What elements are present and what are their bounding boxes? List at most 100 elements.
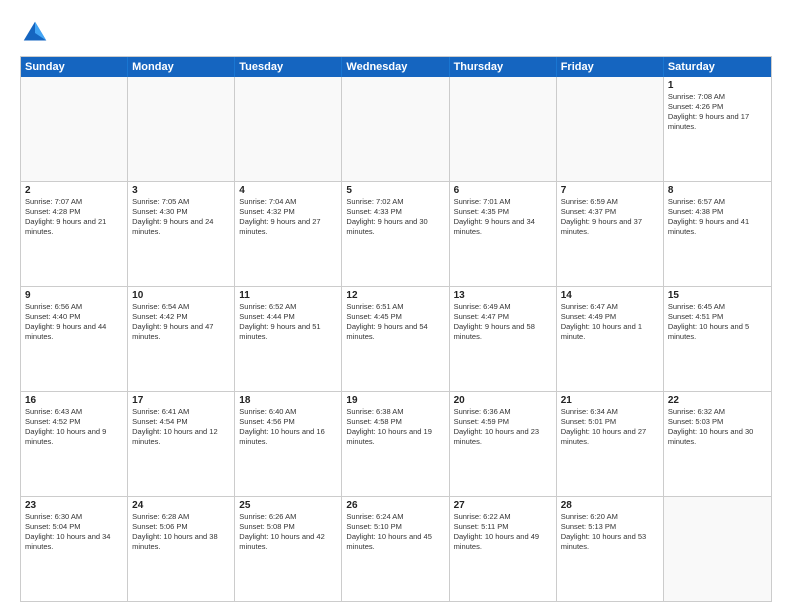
day-info-17: Sunrise: 6:41 AM Sunset: 4:54 PM Dayligh…: [132, 407, 230, 448]
day-cell-6: 6Sunrise: 7:01 AM Sunset: 4:35 PM Daylig…: [450, 182, 557, 286]
day-info-5: Sunrise: 7:02 AM Sunset: 4:33 PM Dayligh…: [346, 197, 444, 238]
calendar-header: SundayMondayTuesdayWednesdayThursdayFrid…: [21, 57, 771, 77]
day-info-15: Sunrise: 6:45 AM Sunset: 4:51 PM Dayligh…: [668, 302, 767, 343]
day-number-25: 25: [239, 500, 337, 511]
calendar-row-4: 23Sunrise: 6:30 AM Sunset: 5:04 PM Dayli…: [21, 496, 771, 601]
day-number-9: 9: [25, 290, 123, 301]
weekday-header-monday: Monday: [128, 57, 235, 77]
day-number-23: 23: [25, 500, 123, 511]
calendar: SundayMondayTuesdayWednesdayThursdayFrid…: [20, 56, 772, 602]
day-info-11: Sunrise: 6:52 AM Sunset: 4:44 PM Dayligh…: [239, 302, 337, 343]
day-cell-2: 2Sunrise: 7:07 AM Sunset: 4:28 PM Daylig…: [21, 182, 128, 286]
day-cell-16: 16Sunrise: 6:43 AM Sunset: 4:52 PM Dayli…: [21, 392, 128, 496]
day-cell-11: 11Sunrise: 6:52 AM Sunset: 4:44 PM Dayli…: [235, 287, 342, 391]
calendar-row-1: 2Sunrise: 7:07 AM Sunset: 4:28 PM Daylig…: [21, 181, 771, 286]
day-cell-13: 13Sunrise: 6:49 AM Sunset: 4:47 PM Dayli…: [450, 287, 557, 391]
day-info-22: Sunrise: 6:32 AM Sunset: 5:03 PM Dayligh…: [668, 407, 767, 448]
day-number-18: 18: [239, 395, 337, 406]
calendar-row-3: 16Sunrise: 6:43 AM Sunset: 4:52 PM Dayli…: [21, 391, 771, 496]
day-number-1: 1: [668, 80, 767, 91]
day-cell-10: 10Sunrise: 6:54 AM Sunset: 4:42 PM Dayli…: [128, 287, 235, 391]
day-cell-empty: [235, 77, 342, 181]
weekday-header-saturday: Saturday: [664, 57, 771, 77]
weekday-header-friday: Friday: [557, 57, 664, 77]
day-cell-9: 9Sunrise: 6:56 AM Sunset: 4:40 PM Daylig…: [21, 287, 128, 391]
day-cell-14: 14Sunrise: 6:47 AM Sunset: 4:49 PM Dayli…: [557, 287, 664, 391]
day-cell-25: 25Sunrise: 6:26 AM Sunset: 5:08 PM Dayli…: [235, 497, 342, 601]
day-number-3: 3: [132, 185, 230, 196]
day-info-21: Sunrise: 6:34 AM Sunset: 5:01 PM Dayligh…: [561, 407, 659, 448]
day-number-13: 13: [454, 290, 552, 301]
day-number-21: 21: [561, 395, 659, 406]
day-number-11: 11: [239, 290, 337, 301]
day-info-12: Sunrise: 6:51 AM Sunset: 4:45 PM Dayligh…: [346, 302, 444, 343]
day-number-19: 19: [346, 395, 444, 406]
day-cell-4: 4Sunrise: 7:04 AM Sunset: 4:32 PM Daylig…: [235, 182, 342, 286]
day-info-4: Sunrise: 7:04 AM Sunset: 4:32 PM Dayligh…: [239, 197, 337, 238]
day-cell-8: 8Sunrise: 6:57 AM Sunset: 4:38 PM Daylig…: [664, 182, 771, 286]
day-info-24: Sunrise: 6:28 AM Sunset: 5:06 PM Dayligh…: [132, 512, 230, 553]
day-info-14: Sunrise: 6:47 AM Sunset: 4:49 PM Dayligh…: [561, 302, 659, 343]
day-info-16: Sunrise: 6:43 AM Sunset: 4:52 PM Dayligh…: [25, 407, 123, 448]
day-number-28: 28: [561, 500, 659, 511]
day-number-22: 22: [668, 395, 767, 406]
day-cell-17: 17Sunrise: 6:41 AM Sunset: 4:54 PM Dayli…: [128, 392, 235, 496]
day-info-13: Sunrise: 6:49 AM Sunset: 4:47 PM Dayligh…: [454, 302, 552, 343]
day-cell-20: 20Sunrise: 6:36 AM Sunset: 4:59 PM Dayli…: [450, 392, 557, 496]
day-number-17: 17: [132, 395, 230, 406]
calendar-row-2: 9Sunrise: 6:56 AM Sunset: 4:40 PM Daylig…: [21, 286, 771, 391]
day-info-28: Sunrise: 6:20 AM Sunset: 5:13 PM Dayligh…: [561, 512, 659, 553]
weekday-header-thursday: Thursday: [450, 57, 557, 77]
day-cell-15: 15Sunrise: 6:45 AM Sunset: 4:51 PM Dayli…: [664, 287, 771, 391]
day-cell-21: 21Sunrise: 6:34 AM Sunset: 5:01 PM Dayli…: [557, 392, 664, 496]
day-cell-empty: [128, 77, 235, 181]
page: SundayMondayTuesdayWednesdayThursdayFrid…: [0, 0, 792, 612]
weekday-header-tuesday: Tuesday: [235, 57, 342, 77]
day-cell-24: 24Sunrise: 6:28 AM Sunset: 5:06 PM Dayli…: [128, 497, 235, 601]
day-cell-3: 3Sunrise: 7:05 AM Sunset: 4:30 PM Daylig…: [128, 182, 235, 286]
day-cell-18: 18Sunrise: 6:40 AM Sunset: 4:56 PM Dayli…: [235, 392, 342, 496]
day-cell-empty: [450, 77, 557, 181]
day-info-1: Sunrise: 7:08 AM Sunset: 4:26 PM Dayligh…: [668, 92, 767, 133]
day-info-10: Sunrise: 6:54 AM Sunset: 4:42 PM Dayligh…: [132, 302, 230, 343]
day-info-9: Sunrise: 6:56 AM Sunset: 4:40 PM Dayligh…: [25, 302, 123, 343]
calendar-body: 1Sunrise: 7:08 AM Sunset: 4:26 PM Daylig…: [21, 77, 771, 601]
day-cell-5: 5Sunrise: 7:02 AM Sunset: 4:33 PM Daylig…: [342, 182, 449, 286]
day-number-5: 5: [346, 185, 444, 196]
day-number-26: 26: [346, 500, 444, 511]
day-info-27: Sunrise: 6:22 AM Sunset: 5:11 PM Dayligh…: [454, 512, 552, 553]
day-info-3: Sunrise: 7:05 AM Sunset: 4:30 PM Dayligh…: [132, 197, 230, 238]
logo-icon: [20, 18, 50, 48]
day-cell-empty: [21, 77, 128, 181]
day-number-4: 4: [239, 185, 337, 196]
day-number-2: 2: [25, 185, 123, 196]
day-cell-7: 7Sunrise: 6:59 AM Sunset: 4:37 PM Daylig…: [557, 182, 664, 286]
header: [20, 18, 772, 48]
day-number-10: 10: [132, 290, 230, 301]
logo: [20, 18, 54, 48]
day-info-20: Sunrise: 6:36 AM Sunset: 4:59 PM Dayligh…: [454, 407, 552, 448]
day-cell-1: 1Sunrise: 7:08 AM Sunset: 4:26 PM Daylig…: [664, 77, 771, 181]
day-info-8: Sunrise: 6:57 AM Sunset: 4:38 PM Dayligh…: [668, 197, 767, 238]
day-number-12: 12: [346, 290, 444, 301]
day-number-8: 8: [668, 185, 767, 196]
day-info-7: Sunrise: 6:59 AM Sunset: 4:37 PM Dayligh…: [561, 197, 659, 238]
weekday-header-wednesday: Wednesday: [342, 57, 449, 77]
day-cell-12: 12Sunrise: 6:51 AM Sunset: 4:45 PM Dayli…: [342, 287, 449, 391]
day-number-20: 20: [454, 395, 552, 406]
day-info-19: Sunrise: 6:38 AM Sunset: 4:58 PM Dayligh…: [346, 407, 444, 448]
day-info-6: Sunrise: 7:01 AM Sunset: 4:35 PM Dayligh…: [454, 197, 552, 238]
day-cell-empty: [664, 497, 771, 601]
day-number-27: 27: [454, 500, 552, 511]
weekday-header-sunday: Sunday: [21, 57, 128, 77]
day-info-26: Sunrise: 6:24 AM Sunset: 5:10 PM Dayligh…: [346, 512, 444, 553]
day-number-14: 14: [561, 290, 659, 301]
day-cell-26: 26Sunrise: 6:24 AM Sunset: 5:10 PM Dayli…: [342, 497, 449, 601]
day-cell-27: 27Sunrise: 6:22 AM Sunset: 5:11 PM Dayli…: [450, 497, 557, 601]
day-cell-22: 22Sunrise: 6:32 AM Sunset: 5:03 PM Dayli…: [664, 392, 771, 496]
day-number-24: 24: [132, 500, 230, 511]
day-cell-empty: [342, 77, 449, 181]
day-number-15: 15: [668, 290, 767, 301]
day-info-25: Sunrise: 6:26 AM Sunset: 5:08 PM Dayligh…: [239, 512, 337, 553]
calendar-row-0: 1Sunrise: 7:08 AM Sunset: 4:26 PM Daylig…: [21, 77, 771, 181]
